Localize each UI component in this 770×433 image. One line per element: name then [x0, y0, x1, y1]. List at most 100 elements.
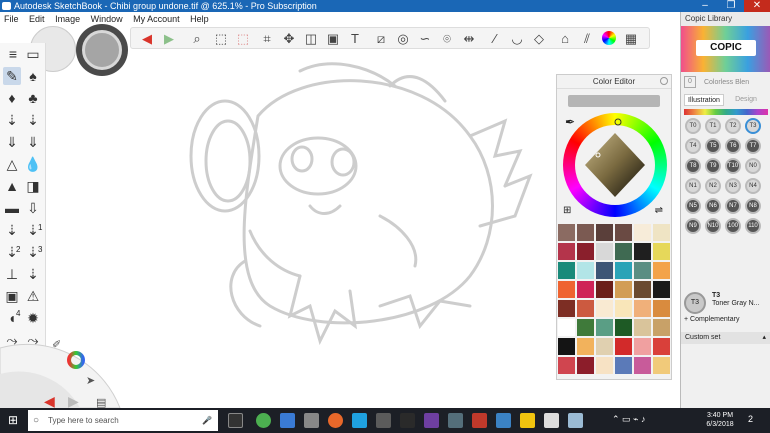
color-swatch[interactable] [615, 319, 632, 336]
fill-icon[interactable]: ▣ [325, 31, 341, 47]
notifications-icon[interactable]: 2 [748, 414, 753, 424]
color-swatch[interactable] [596, 338, 613, 355]
copic-pen[interactable]: N2 [705, 178, 721, 194]
color-swatch[interactable] [596, 300, 613, 317]
windows-start-icon[interactable]: ⊞ [8, 414, 18, 426]
brush-library-icon[interactable]: ⌂ [557, 31, 573, 47]
color-swatch[interactable] [577, 243, 594, 260]
copic-pen[interactable]: N7 [725, 198, 741, 214]
color-swatch[interactable] [653, 224, 670, 241]
file-manager-icon[interactable] [304, 413, 319, 428]
color-swatch[interactable] [558, 357, 575, 374]
folder-icon[interactable] [520, 413, 535, 428]
color-wheel-icon[interactable] [601, 31, 617, 47]
microphone-icon[interactable]: 🎤 [202, 410, 212, 431]
minimize-button[interactable]: – [692, 0, 718, 12]
menu-file[interactable]: File [4, 14, 19, 24]
copic-pens-icon[interactable]: ⫽ [579, 31, 595, 47]
crop-icon[interactable]: ⌗ [259, 31, 275, 47]
copic-pen[interactable]: 110 [745, 218, 761, 234]
copic-pen[interactable]: T7 [745, 138, 761, 154]
redo-icon[interactable]: ▶ [161, 31, 177, 47]
color-swatch[interactable] [634, 281, 651, 298]
palette-menu-icon[interactable]: ▭ [24, 45, 42, 63]
custom-set-collapse-icon[interactable]: ▴ [762, 332, 766, 344]
stroke-line-icon[interactable]: ⁄ [487, 31, 503, 47]
text-icon[interactable]: T [347, 31, 363, 47]
curve-icon[interactable]: ◡ [509, 31, 525, 47]
complementary-toggle[interactable]: + Complementary [684, 316, 739, 323]
ballpoint-brush-icon[interactable]: ⇣ [3, 111, 21, 129]
copic-pen[interactable]: T2 [725, 118, 741, 134]
color-swatch[interactable] [596, 224, 613, 241]
color-swatch[interactable] [634, 243, 651, 260]
color-swatch[interactable] [577, 357, 594, 374]
color-swatch[interactable] [653, 262, 670, 279]
copic-pen[interactable]: N0 [745, 158, 761, 174]
sketchbook-taskbar-icon[interactable] [472, 413, 487, 428]
brush-slot-6-icon[interactable]: ⇣ [24, 265, 42, 283]
eraser-icon[interactable]: ◨ [24, 177, 42, 195]
app-m-icon[interactable] [448, 413, 463, 428]
transform-icon[interactable]: ✥ [281, 31, 297, 47]
menu-image[interactable]: Image [55, 14, 80, 24]
color-swatch[interactable] [653, 319, 670, 336]
copic-pen[interactable]: T10 [725, 158, 741, 174]
palette-expand-icon[interactable]: ≡ [4, 45, 22, 63]
fineliner-brush-icon[interactable]: ⇣ [24, 111, 42, 129]
menu-edit[interactable]: Edit [29, 14, 45, 24]
color-settings-icon[interactable]: ⇌ [655, 205, 663, 216]
color-swatch[interactable] [577, 262, 594, 279]
symmetry-icon[interactable]: ⇹ [461, 31, 477, 47]
color-swatch[interactable] [577, 338, 594, 355]
color-wheel[interactable] [563, 113, 667, 217]
tab-illustration[interactable]: Illustration [684, 94, 724, 106]
app-white-icon[interactable] [544, 413, 559, 428]
menu-help[interactable]: Help [190, 14, 209, 24]
colorless-blender[interactable]: 0 Colorless Blen [684, 76, 768, 90]
color-swatch[interactable] [615, 300, 632, 317]
app-orange-icon[interactable] [328, 413, 343, 428]
french-curve-icon[interactable]: ∽ [417, 31, 433, 47]
shape-icon[interactable]: ◇ [531, 31, 547, 47]
color-swatch[interactable] [558, 338, 575, 355]
copic-pen[interactable]: T3 [745, 118, 761, 134]
copic-pen[interactable]: T6 [725, 138, 741, 154]
color-swatch[interactable] [577, 300, 594, 317]
store-icon[interactable] [280, 413, 295, 428]
color-swatch[interactable] [634, 300, 651, 317]
lagoon-menu[interactable]: ✐ ➤ ◀ ▶ ▤ [0, 326, 122, 408]
color-swatch[interactable] [558, 243, 575, 260]
menu-my-account[interactable]: My Account [133, 14, 180, 24]
ellipse-guide-icon[interactable]: ◎ [395, 31, 411, 47]
felt-tip-brush-icon[interactable]: ⇓ [3, 133, 21, 151]
maximize-button[interactable]: ❐ [718, 0, 744, 12]
copic-pen[interactable]: N5 [685, 198, 701, 214]
brush-slot-10-icon[interactable]: ✹ [24, 309, 42, 327]
copic-pen[interactable]: N9 [685, 218, 701, 234]
lasso-icon[interactable]: ⬚ [235, 31, 251, 47]
distort-icon[interactable]: ◫ [303, 31, 319, 47]
copic-pen[interactable]: N4 [745, 178, 761, 194]
color-swatch[interactable] [558, 224, 575, 241]
task-view-icon[interactable] [228, 413, 243, 428]
color-swatch[interactable] [653, 357, 670, 374]
color-history-icon[interactable]: ⊞ [563, 205, 571, 216]
color-swatch[interactable] [558, 262, 575, 279]
color-swatch[interactable] [596, 281, 613, 298]
color-swatch[interactable] [653, 338, 670, 355]
smudge-brush-icon[interactable]: ▲ [3, 177, 21, 195]
color-swatch[interactable] [577, 319, 594, 336]
blur-brush-icon[interactable]: ⇩ [24, 199, 42, 217]
water-drop-icon[interactable]: 💧 [24, 155, 42, 173]
app-window-icon[interactable] [568, 413, 583, 428]
close-button[interactable]: ✕ [744, 0, 770, 12]
app-purple-icon[interactable] [424, 413, 439, 428]
ruler-icon[interactable]: ⧄ [373, 31, 389, 47]
color-swatch[interactable] [558, 281, 575, 298]
tab-design[interactable]: Design [726, 94, 766, 106]
color-swatch[interactable] [615, 357, 632, 374]
select-rect-icon[interactable]: ⬚ [213, 31, 229, 47]
color-swatch[interactable] [577, 281, 594, 298]
color-swatch[interactable] [596, 319, 613, 336]
